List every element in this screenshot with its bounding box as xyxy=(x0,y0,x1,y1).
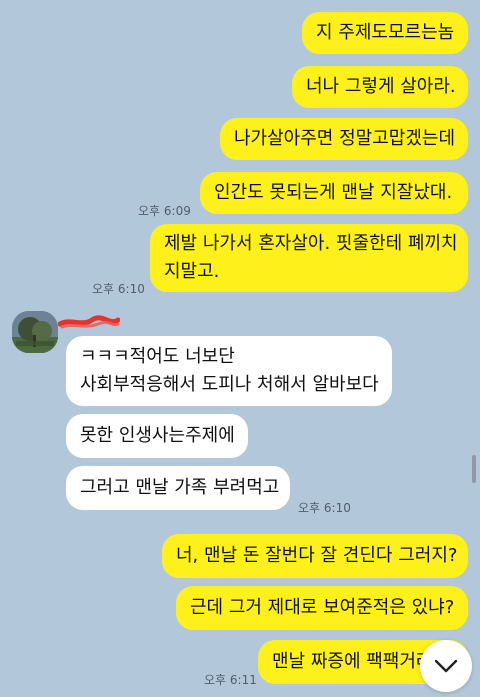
message-timestamp: 오후 6:10 xyxy=(298,501,351,515)
message-text: 나가살아주면 정말고맙겠는데 xyxy=(234,128,456,149)
message-text: 맨날 짜증에 팩팩거려 xyxy=(272,651,433,672)
message-text: 인간도 못되는게 맨날 지잘났대. xyxy=(214,182,453,203)
message-timestamp: 오후 6:11 xyxy=(204,673,257,687)
message-timestamp: 오후 6:10 xyxy=(92,282,145,296)
message-text-line: 제발 나가서 혼자살아. 핏줄한테 폐끼치 xyxy=(164,233,458,254)
message-bubble-sent[interactable]: 너, 맨날 돈 잘번다 잘 견딘다 그러지? xyxy=(162,534,468,578)
message-text: 너나 그렇게 살아라. xyxy=(306,76,456,97)
message-text-line: 사회부적응해서 도피나 처해서 알바보다 xyxy=(80,374,379,395)
message-bubble-received[interactable]: 그러고 맨날 가족 부려먹고 xyxy=(66,466,290,510)
message-bubble-received[interactable]: 못한 인생사는주제에 xyxy=(66,414,248,458)
message-bubble-sent[interactable]: 나가살아주면 정말고맙겠는데 xyxy=(220,118,468,160)
sender-avatar[interactable] xyxy=(12,311,58,353)
message-text-line: ㅋㅋㅋ적어도 너보단 xyxy=(80,346,235,367)
message-text-line: 지말고. xyxy=(164,261,220,282)
scrollbar-thumb[interactable] xyxy=(472,455,476,483)
message-bubble-sent[interactable]: 너나 그렇게 살아라. xyxy=(292,66,468,108)
scroll-to-bottom-button[interactable] xyxy=(420,640,472,692)
chat-area: 지 주제도모르는놈 너나 그렇게 살아라. 나가살아주면 정말고맙겠는데 오후 … xyxy=(0,0,480,697)
message-bubble-sent[interactable]: 제발 나가서 혼자살아. 핏줄한테 폐끼치 지말고. xyxy=(150,224,468,292)
message-bubble-sent[interactable]: 인간도 못되는게 맨날 지잘났대. xyxy=(200,172,468,214)
message-bubble-sent[interactable]: 근데 그거 제대로 보여준적은 있냐? xyxy=(176,586,468,630)
message-bubble-sent[interactable]: 지 주제도모르는놈 xyxy=(302,12,468,54)
message-text: 못한 인생사는주제에 xyxy=(80,425,235,446)
message-timestamp: 오후 6:09 xyxy=(138,204,191,218)
message-text: 근데 그거 제대로 보여준적은 있냐? xyxy=(190,597,455,618)
sender-name-redacted xyxy=(58,315,120,329)
message-text: 너, 맨날 돈 잘번다 잘 견딘다 그러지? xyxy=(176,545,458,566)
chevron-down-icon xyxy=(434,659,458,673)
avatar-photo xyxy=(12,311,58,353)
message-text: 그러고 맨날 가족 부려먹고 xyxy=(80,477,280,498)
message-text: 지 주제도모르는놈 xyxy=(316,22,455,43)
message-bubble-received[interactable]: ㅋㅋㅋ적어도 너보단 사회부적응해서 도피나 처해서 알바보다 xyxy=(66,336,392,406)
